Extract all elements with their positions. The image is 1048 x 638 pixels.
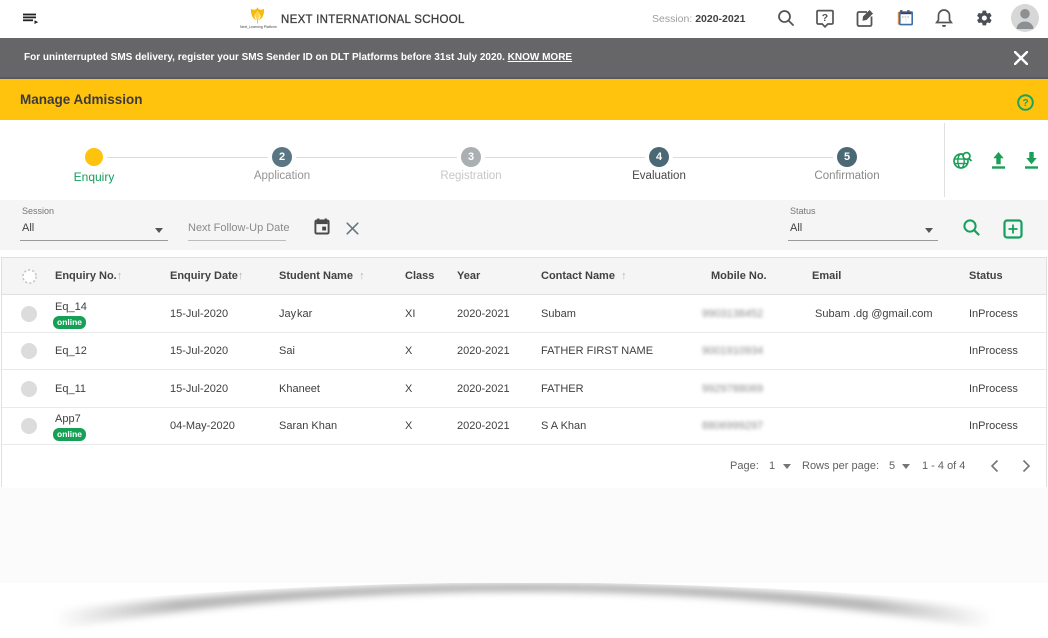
svg-text:?: ? [1022,98,1028,109]
svg-text:?: ? [822,12,828,24]
